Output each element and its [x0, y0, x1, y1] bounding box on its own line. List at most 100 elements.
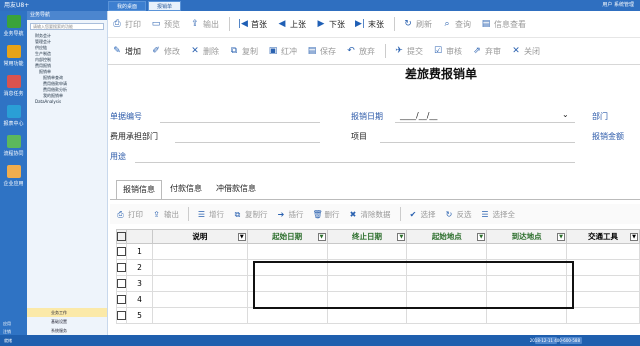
column-header[interactable]: 到达地点 ▼ — [486, 229, 568, 244]
toolbar-button[interactable]: ☰ 增行 — [197, 209, 224, 220]
tab-payment-info[interactable]: 付款信息 — [164, 180, 208, 200]
column-header[interactable]: 交通工具 ▼ — [566, 229, 640, 244]
grid-cell[interactable] — [326, 243, 408, 260]
grid-cell[interactable] — [566, 259, 640, 276]
chevron-down-icon[interactable]: ▼ — [237, 233, 246, 241]
toolbar-button[interactable]: ⇪ 输出 — [190, 19, 219, 30]
toolbar-button[interactable]: ▶| 末张 — [355, 19, 384, 30]
tab-expense-info[interactable]: 报销信息 — [116, 180, 162, 200]
toolbar-button[interactable]: ▣ 红冲 — [268, 46, 297, 57]
leftbar-item[interactable]: 业务导航 — [0, 11, 27, 41]
leftbar-item[interactable]: 常用功能 — [0, 41, 27, 71]
toolbar-button[interactable]: ⧉ 复制 — [229, 46, 258, 57]
grid-cell[interactable] — [406, 275, 488, 292]
chevron-down-icon[interactable]: ▼ — [557, 233, 566, 241]
sidebar-bottom-item[interactable]: 基础设置 — [27, 317, 108, 326]
toolbar-button[interactable]: ☑ 审核 — [433, 46, 462, 57]
toolbar-button[interactable]: ↻ 反选 — [445, 209, 472, 220]
tab-expense-form[interactable]: 报销单 — [148, 1, 182, 11]
toolbar-button[interactable]: ✕ 删除 — [190, 46, 219, 57]
project-field[interactable] — [380, 142, 575, 143]
sidebar-bottom-item[interactable]: 系统服务 — [27, 326, 108, 335]
checkbox[interactable] — [117, 263, 126, 272]
checkbox[interactable] — [117, 247, 126, 256]
grid-cell[interactable] — [326, 275, 408, 292]
sidebar-search-input[interactable]: 请输入您要搜索的功能 — [30, 23, 104, 30]
toolbar-button[interactable]: ↻ 刷新 — [403, 19, 432, 30]
toolbar-button[interactable]: ⧉ 复制行 — [233, 209, 268, 220]
grid-cell[interactable] — [566, 307, 640, 324]
grid-cell[interactable] — [486, 243, 568, 260]
toolbar-button[interactable]: ▤ 保存 — [307, 46, 336, 57]
grid-cell[interactable] — [486, 291, 568, 308]
toolbar-button[interactable]: ▭ 预览 — [151, 19, 180, 30]
toolbar-button[interactable]: ☰ 选择全 — [481, 209, 515, 220]
grid-cell[interactable] — [246, 275, 328, 292]
column-header[interactable]: 说明 ▼ — [151, 229, 248, 244]
toolbar-button[interactable]: ⇗ 弃审 — [472, 46, 501, 57]
sidebar-bottom-item[interactable]: 业务工作 — [27, 308, 108, 317]
grid-cell[interactable] — [486, 275, 568, 292]
toolbar-button[interactable]: ✔ 选择 — [409, 209, 436, 220]
grid-cell[interactable] — [151, 259, 248, 276]
toolbar-button[interactable]: ▤ 信息查看 — [481, 19, 526, 30]
toolbar-button[interactable]: ✖ 清除数据 — [349, 209, 391, 220]
grid-cell[interactable] — [151, 275, 248, 292]
column-header[interactable]: 起始地点 ▼ — [406, 229, 488, 244]
doc-no-field[interactable] — [160, 122, 320, 123]
column-header[interactable]: 终止日期 ▼ — [326, 229, 408, 244]
grid-cell[interactable] — [406, 259, 488, 276]
row-checkbox-cell[interactable] — [116, 275, 127, 292]
toolbar-button[interactable]: ↶ 放弃 — [346, 46, 375, 57]
grid-cell[interactable] — [326, 291, 408, 308]
grid-cell[interactable] — [246, 291, 328, 308]
toolbar-button[interactable]: ➔ 插行 — [277, 209, 304, 220]
toolbar-button[interactable]: ⇪ 输出 — [152, 209, 179, 220]
grid-cell[interactable] — [151, 291, 248, 308]
leftbar-item[interactable]: 企业应用 — [0, 161, 27, 191]
select-all-checkbox[interactable] — [116, 229, 127, 244]
checkbox[interactable] — [117, 279, 126, 288]
row-checkbox-cell[interactable] — [116, 291, 127, 308]
toolbar-button[interactable]: ✎ 增加 — [112, 46, 141, 57]
toolbar-button[interactable]: 🗑 删行 — [313, 209, 340, 220]
toolbar-button[interactable]: ⎙ 打印 — [116, 209, 143, 220]
toolbar-button[interactable]: ▶ 下张 — [316, 19, 345, 30]
row-checkbox-cell[interactable] — [116, 259, 127, 276]
tab-desktop[interactable]: 我的桌面 — [108, 1, 147, 11]
checkbox[interactable] — [117, 311, 126, 320]
tree-item[interactable]: DataAnalysis — [31, 99, 107, 105]
toolbar-button[interactable]: ⌕ 查询 — [442, 19, 471, 30]
toolbar-button[interactable]: |◀ 首张 — [238, 19, 267, 30]
column-header[interactable]: 起始日期 ▼ — [246, 229, 328, 244]
checkbox[interactable] — [117, 295, 126, 304]
grid-cell[interactable] — [151, 243, 248, 260]
row-checkbox-cell[interactable] — [116, 243, 127, 260]
user-area[interactable]: 用户 系统管理 — [602, 0, 634, 11]
grid-cell[interactable] — [566, 243, 640, 260]
grid-cell[interactable] — [151, 307, 248, 324]
leftbar-bottom-item[interactable]: 应用 — [3, 320, 27, 328]
leftbar-item[interactable]: 报表中心 — [0, 101, 27, 131]
purpose-field[interactable] — [135, 162, 575, 163]
chevron-down-icon[interactable]: ▼ — [317, 233, 326, 241]
toolbar-button[interactable]: ◀ 上张 — [277, 19, 306, 30]
grid-cell[interactable] — [486, 259, 568, 276]
grid-cell[interactable] — [326, 259, 408, 276]
chevron-down-icon[interactable]: ▼ — [630, 233, 638, 241]
toolbar-button[interactable]: ⎙ 打印 — [112, 19, 141, 30]
grid-cell[interactable] — [246, 243, 328, 260]
grid-cell[interactable] — [566, 275, 640, 292]
row-checkbox-cell[interactable] — [116, 307, 127, 324]
grid-cell[interactable] — [406, 243, 488, 260]
leftbar-item[interactable]: 消息任务 — [0, 71, 27, 101]
grid-cell[interactable] — [406, 291, 488, 308]
chevron-down-icon[interactable]: ▼ — [397, 233, 406, 241]
grid-cell[interactable] — [566, 291, 640, 308]
toolbar-button[interactable]: ✈ 提交 — [394, 46, 423, 57]
checkbox[interactable] — [117, 232, 126, 241]
grid-cell[interactable] — [246, 307, 328, 324]
grid-cell[interactable] — [486, 307, 568, 324]
grid-cell[interactable] — [406, 307, 488, 324]
toolbar-button[interactable]: ✐ 修改 — [151, 46, 180, 57]
